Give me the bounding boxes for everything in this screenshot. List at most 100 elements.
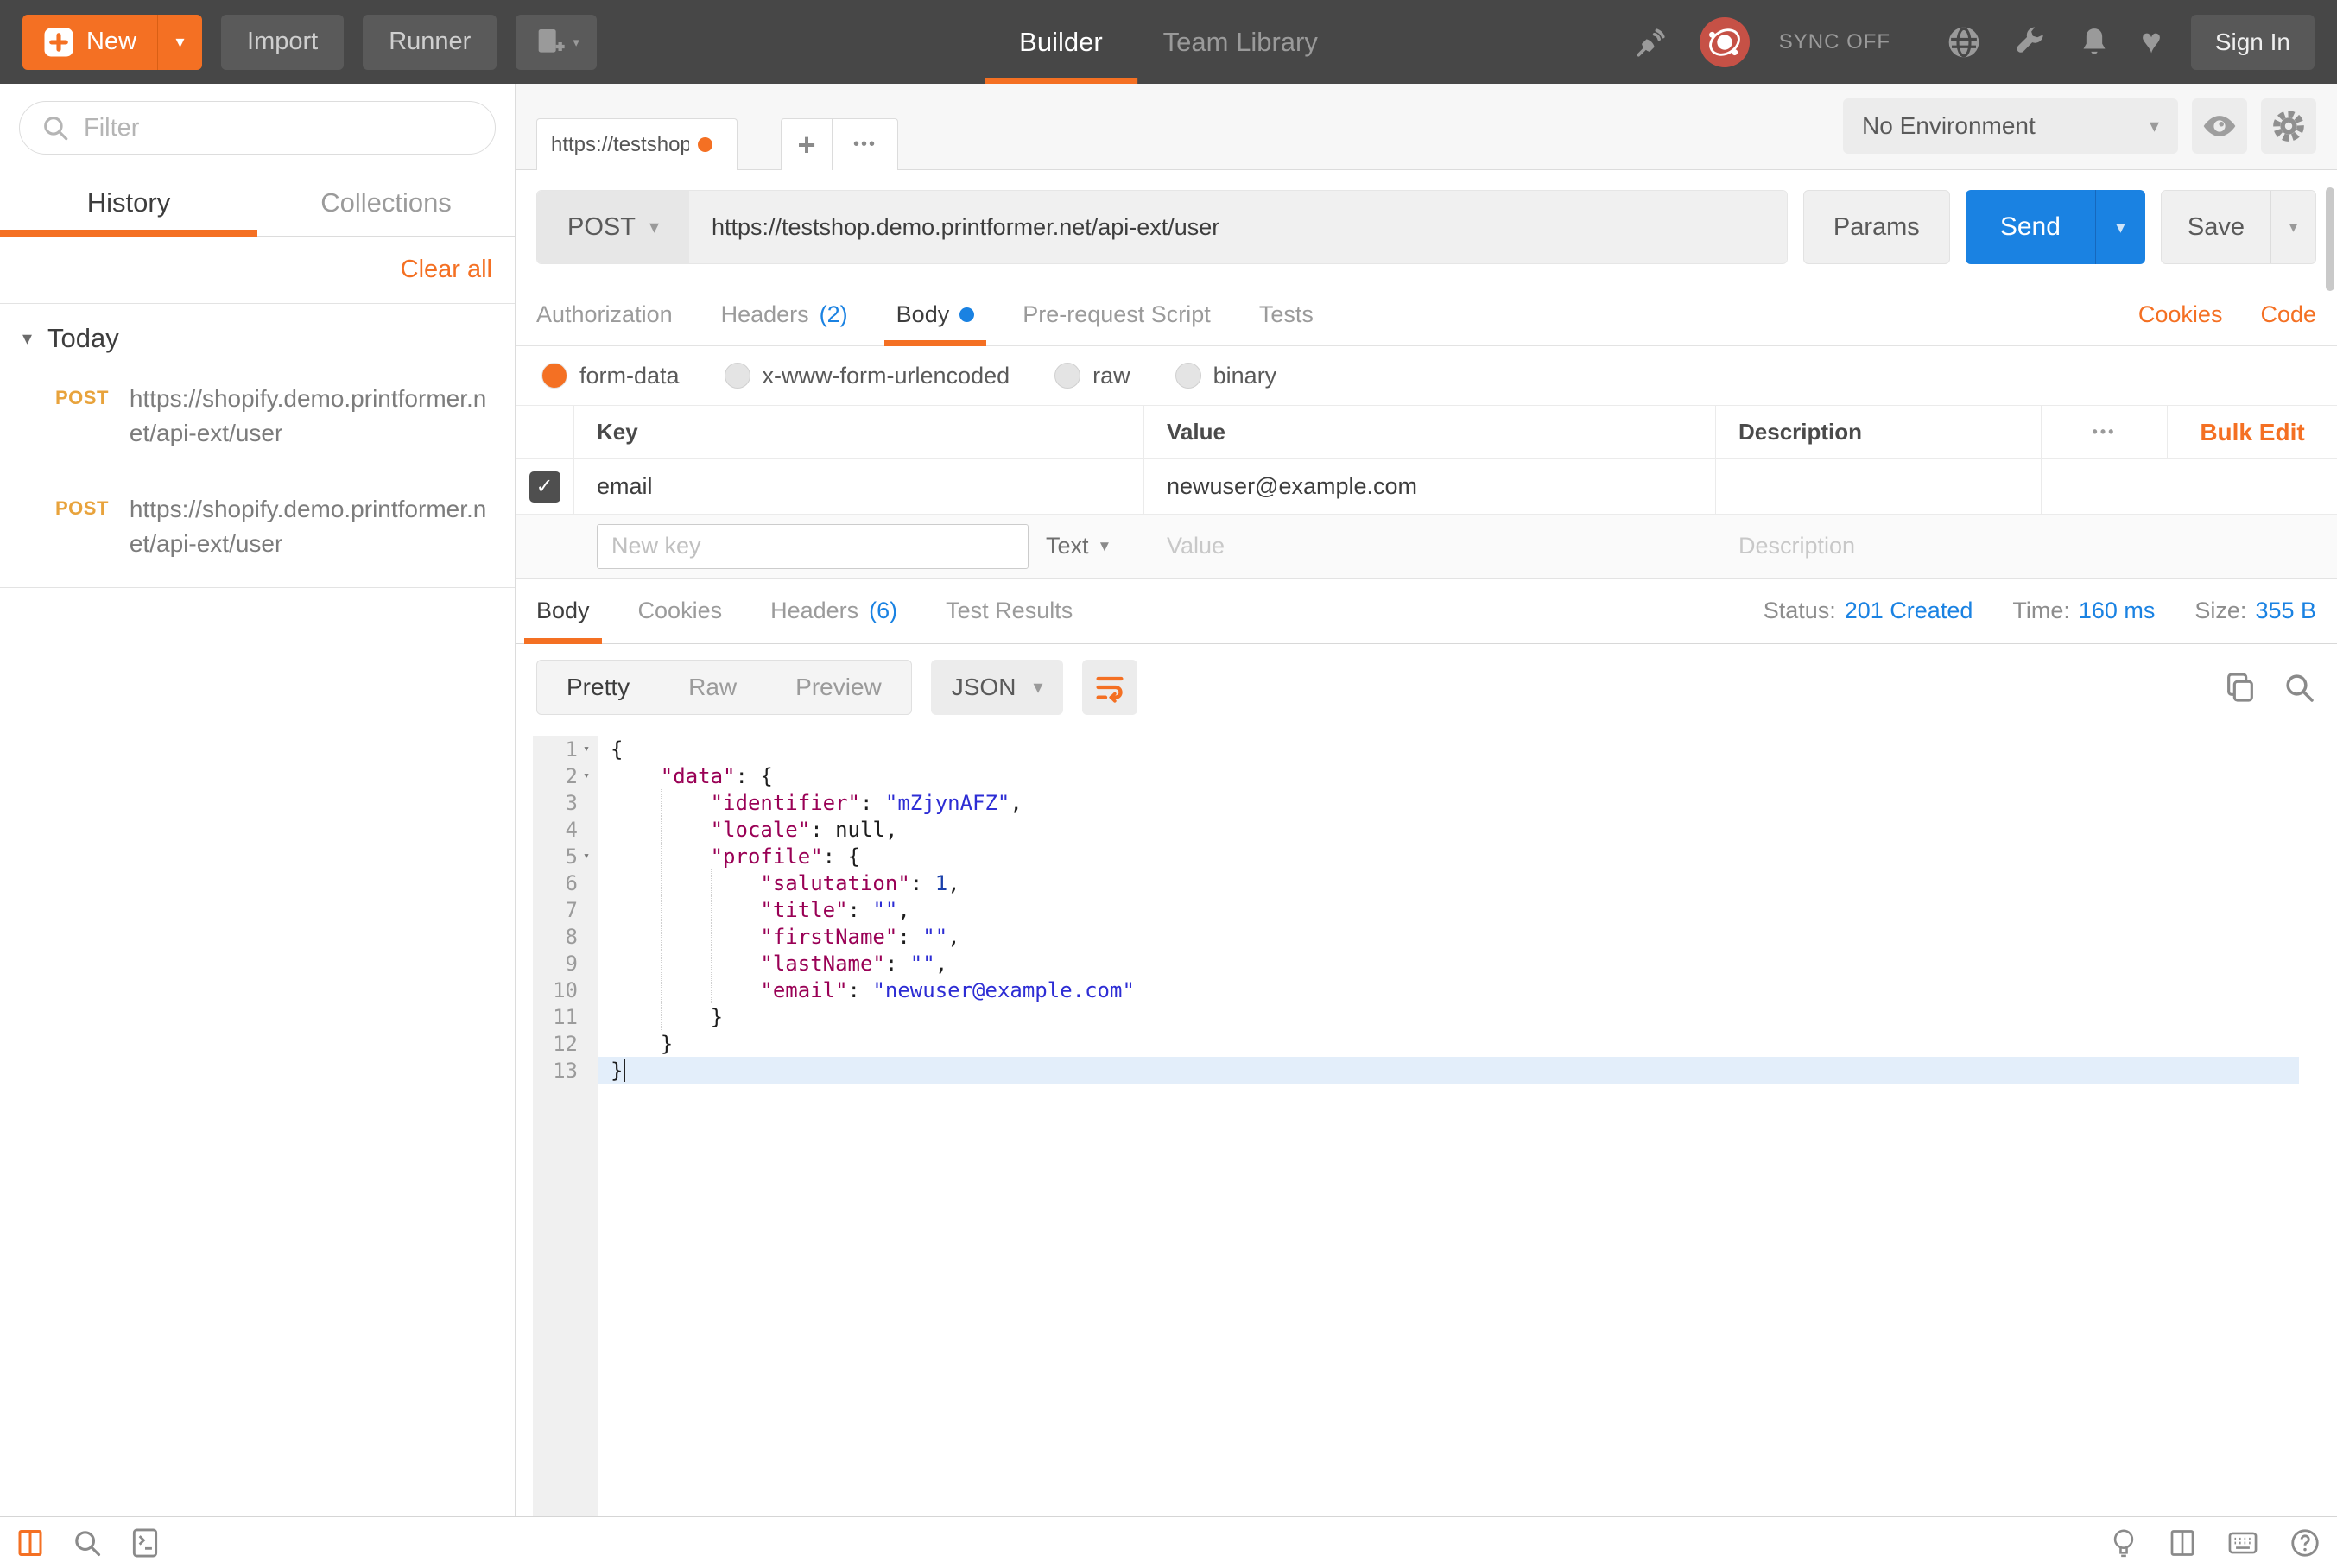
value-type-select[interactable]: Text ▼: [1046, 533, 1112, 560]
code-line[interactable]: 6 "salutation": 1,: [533, 869, 2299, 896]
search-response-icon[interactable]: [2282, 670, 2316, 705]
tab-team-library[interactable]: Team Library: [1163, 0, 1318, 84]
code-line[interactable]: 4 "locale": null,: [533, 816, 2299, 843]
language-select[interactable]: JSON ▾: [931, 660, 1064, 715]
lightbulb-icon[interactable]: [2109, 1527, 2138, 1559]
code-link[interactable]: Code: [2260, 301, 2316, 328]
environment-preview-button[interactable]: [2192, 98, 2247, 154]
indent-guide: [661, 789, 662, 816]
save-button[interactable]: Save ▾: [2161, 190, 2316, 264]
clear-all-link[interactable]: Clear all: [401, 256, 492, 284]
runner-button[interactable]: Runner: [363, 15, 497, 70]
globe-icon[interactable]: [1946, 24, 1982, 60]
proxy-satellite-icon[interactable]: [1632, 23, 1670, 61]
new-key-input[interactable]: [597, 524, 1029, 569]
interceptor-icon[interactable]: [1700, 17, 1750, 67]
code-line[interactable]: 1▾{: [533, 736, 2299, 762]
history-group-label: Today: [48, 323, 119, 354]
status-value[interactable]: 201 Created: [1845, 597, 1973, 624]
time-value[interactable]: 160 ms: [2079, 597, 2156, 624]
tab-options-button[interactable]: •••: [833, 118, 898, 170]
response-tab-cookies[interactable]: Cookies: [638, 579, 723, 643]
new-dropdown-arrow[interactable]: ▾: [157, 15, 202, 70]
response-tab-body[interactable]: Body: [536, 579, 590, 643]
size-value[interactable]: 355 B: [2255, 597, 2316, 624]
environment-select[interactable]: No Environment ▾: [1843, 98, 2178, 154]
code-line[interactable]: 13}: [533, 1057, 2299, 1084]
code-line-text: }: [598, 1003, 2299, 1030]
history-item[interactable]: POSThttps://shopify.demo.printformer.net…: [0, 361, 515, 471]
code-line[interactable]: 7 "title": "",: [533, 896, 2299, 923]
code-line[interactable]: 5▾ "profile": {: [533, 843, 2299, 869]
notifications-bell-icon[interactable]: [2077, 25, 2112, 60]
copy-icon[interactable]: [2223, 670, 2258, 705]
radio-binary[interactable]: binary: [1175, 363, 1277, 389]
tab-headers[interactable]: Headers (2): [721, 284, 848, 345]
code-line[interactable]: 11 }: [533, 1003, 2299, 1030]
response-tab-test-results[interactable]: Test Results: [946, 579, 1073, 643]
table-menu-button[interactable]: •••: [2042, 406, 2168, 458]
code-line[interactable]: 3 "identifier": "mZjynAFZ",: [533, 789, 2299, 816]
sidebar-tab-history[interactable]: History: [0, 172, 257, 236]
method-select[interactable]: POST ▾: [537, 191, 689, 263]
view-pretty[interactable]: Pretty: [537, 661, 659, 714]
fold-arrow-icon[interactable]: ▾: [578, 743, 595, 756]
history-group-today[interactable]: ▾ Today: [0, 323, 515, 361]
code-line[interactable]: 12 }: [533, 1030, 2299, 1057]
settings-button[interactable]: [2261, 98, 2316, 154]
radio-x-www-form-urlencoded[interactable]: x-www-form-urlencoded: [725, 363, 1010, 389]
fold-arrow-icon[interactable]: ▾: [578, 850, 595, 863]
new-tab-button[interactable]: +: [781, 118, 833, 170]
tab-authorization[interactable]: Authorization: [536, 284, 673, 345]
cookies-link[interactable]: Cookies: [2138, 301, 2223, 328]
tab-pre-request-script[interactable]: Pre-request Script: [1023, 284, 1211, 345]
row-checkbox[interactable]: ✓: [529, 471, 560, 503]
radio-form-data[interactable]: form-data: [542, 363, 680, 389]
tab-label: Body: [536, 597, 590, 624]
code-line[interactable]: 8 "firstName": "",: [533, 923, 2299, 950]
fold-arrow-icon[interactable]: ▾: [578, 769, 595, 782]
search-all-icon[interactable]: [71, 1527, 104, 1559]
wrench-icon[interactable]: [2011, 24, 2048, 60]
code-line[interactable]: 10 "email": "newuser@example.com": [533, 977, 2299, 1003]
sign-in-button[interactable]: Sign In: [2191, 15, 2315, 70]
code-line[interactable]: 9 "lastName": "",: [533, 950, 2299, 977]
new-button[interactable]: New ▾: [22, 15, 202, 70]
url-input[interactable]: https://testshop.demo.printformer.net/ap…: [689, 191, 1787, 263]
request-tab[interactable]: https://testshop.demo: [536, 118, 738, 170]
keyboard-shortcuts-icon[interactable]: [2226, 1527, 2259, 1559]
tab-body[interactable]: Body: [896, 284, 975, 345]
vertical-scrollbar[interactable]: [2326, 187, 2334, 291]
radio-raw[interactable]: raw: [1054, 363, 1130, 389]
code-token-null: null: [835, 818, 885, 842]
view-raw[interactable]: Raw: [659, 661, 766, 714]
send-options-arrow[interactable]: ▾: [2095, 190, 2145, 264]
response-body-editor[interactable]: 1▾{2▾ "data": {3 "identifier": "mZjynAFZ…: [533, 736, 2299, 1516]
params-button[interactable]: Params: [1803, 190, 1950, 264]
new-window-button[interactable]: ▾: [516, 15, 597, 70]
send-button[interactable]: Send ▾: [1966, 190, 2145, 264]
tab-builder[interactable]: Builder: [1019, 0, 1103, 84]
key-cell[interactable]: email: [574, 459, 1144, 514]
save-options-arrow[interactable]: ▾: [2270, 191, 2315, 263]
tab-tests[interactable]: Tests: [1259, 284, 1314, 345]
heart-icon[interactable]: ♥: [2141, 22, 2162, 61]
wrap-text-button[interactable]: [1082, 660, 1137, 715]
new-value-cell[interactable]: Value: [1144, 515, 1716, 578]
bulk-edit-link[interactable]: Bulk Edit: [2200, 419, 2304, 446]
help-icon[interactable]: [2289, 1527, 2321, 1559]
history-item[interactable]: POSThttps://shopify.demo.printformer.net…: [0, 471, 515, 582]
code-line[interactable]: 2▾ "data": {: [533, 762, 2299, 789]
chevron-down-icon: ▾: [2116, 217, 2125, 238]
console-icon[interactable]: [130, 1527, 161, 1559]
filter-input[interactable]: [84, 114, 474, 142]
value-cell[interactable]: newuser@example.com: [1144, 459, 1716, 514]
toggle-sidebar-icon[interactable]: [16, 1527, 45, 1559]
new-description-cell[interactable]: Description: [1716, 515, 2042, 578]
response-tab-headers[interactable]: Headers (6): [770, 579, 897, 643]
two-pane-layout-icon[interactable]: [2168, 1527, 2197, 1559]
description-cell[interactable]: [1716, 459, 2042, 514]
import-button[interactable]: Import: [221, 15, 344, 70]
view-preview[interactable]: Preview: [766, 661, 911, 714]
sidebar-tab-collections[interactable]: Collections: [257, 172, 515, 236]
